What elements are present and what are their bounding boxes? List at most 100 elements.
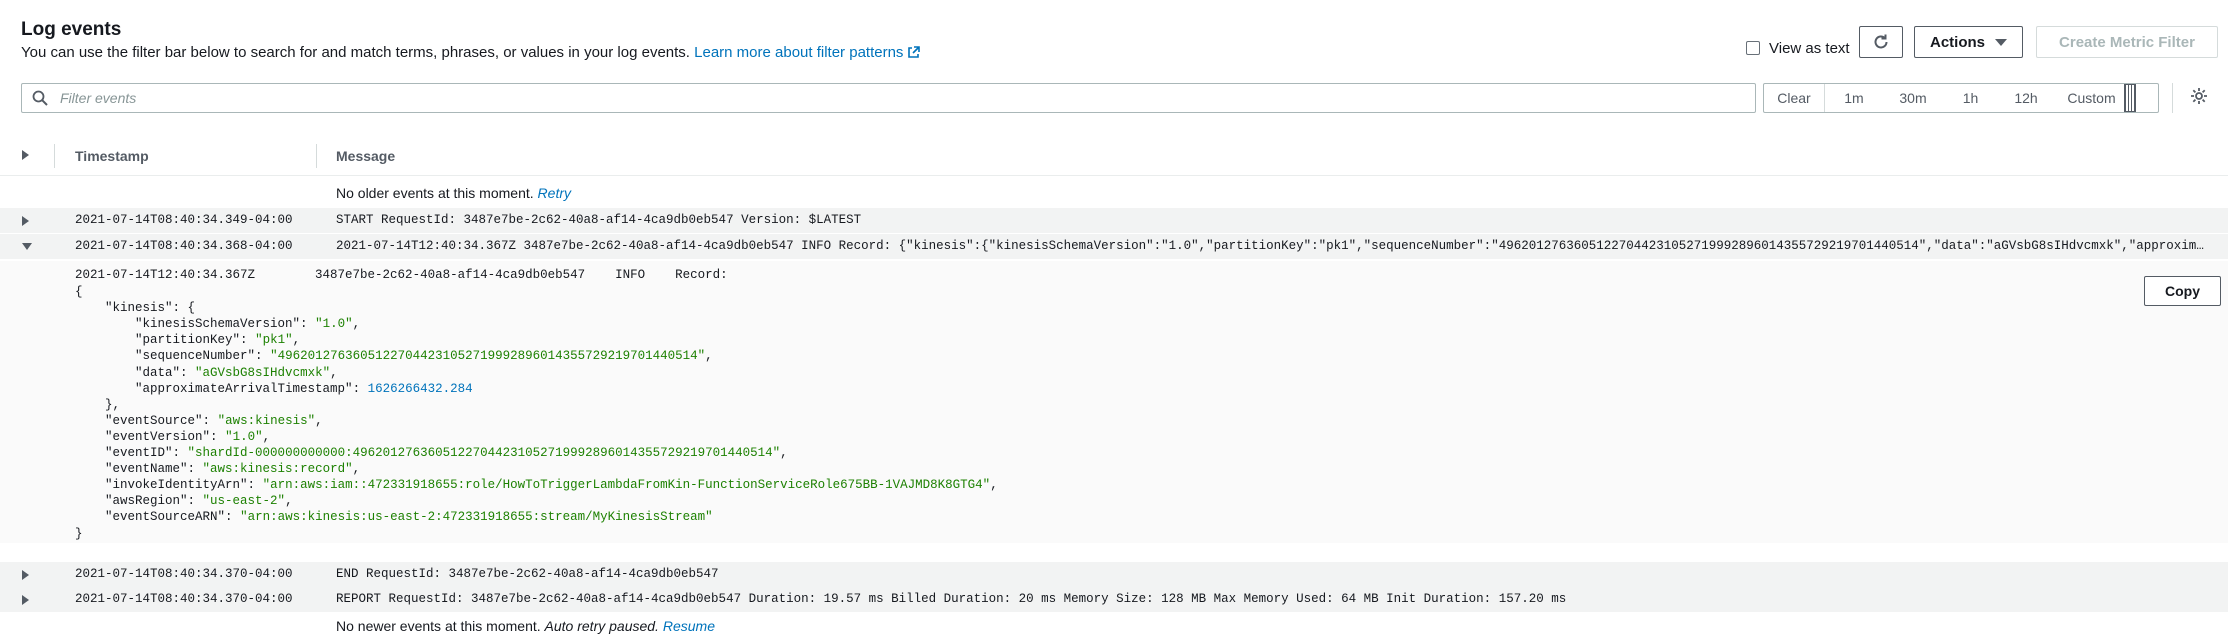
range-1m-button[interactable]: 1m <box>1825 84 1883 112</box>
json-value: "pk1" <box>255 333 293 348</box>
json-punctuation: , <box>705 349 713 364</box>
toolbar-divider <box>2172 83 2173 113</box>
json-punctuation <box>75 382 135 396</box>
view-as-text-checkbox[interactable] <box>1746 41 1760 55</box>
log-event-row[interactable]: 2021-07-14T08:40:34.370-04:00 END Reques… <box>0 562 2228 587</box>
expand-row-icon[interactable] <box>22 216 29 226</box>
event-message: REPORT RequestId: 3487e7be-2c62-40a8-af1… <box>336 592 1567 606</box>
copy-button[interactable]: Copy <box>2144 276 2221 306</box>
detail-header-line: 2021-07-14T12:40:34.367Z 3487e7be-2c62-4… <box>75 267 998 283</box>
json-punctuation: : <box>300 317 316 332</box>
json-line: "sequenceNumber": "496201276360512270442… <box>75 348 998 364</box>
no-older-events-notice: No older events at this moment. Retry <box>336 185 571 201</box>
json-punctuation: : <box>247 478 263 493</box>
json-line: "data": "aGVsbG8sIHdvcmxk", <box>75 365 998 381</box>
json-key: "kinesisSchemaVersion" <box>135 317 301 332</box>
no-newer-events-text: No newer events at this moment. <box>336 618 541 634</box>
search-icon <box>32 90 48 106</box>
no-older-events-text: No older events at this moment. <box>336 185 534 201</box>
view-as-text-toggle[interactable]: View as text <box>1746 32 1850 64</box>
expand-all-icon[interactable] <box>22 150 29 160</box>
json-punctuation: : <box>172 446 188 461</box>
json-line: "invokeIdentityArn": "arn:aws:iam::47233… <box>75 477 998 493</box>
json-punctuation <box>75 333 135 347</box>
json-punctuation <box>75 510 105 524</box>
filter-events-input[interactable]: Filter events <box>21 83 1756 113</box>
json-punctuation <box>75 414 105 428</box>
clear-button[interactable]: Clear <box>1764 84 1825 112</box>
log-event-row[interactable]: 2021-07-14T08:40:34.370-04:00 REPORT Req… <box>0 587 2228 612</box>
expand-row-icon[interactable] <box>22 595 29 605</box>
json-punctuation: : <box>225 510 241 525</box>
json-key: "eventName" <box>105 462 188 477</box>
event-timestamp: 2021-07-14T08:40:34.370-04:00 <box>75 592 293 606</box>
column-timestamp[interactable]: Timestamp <box>75 148 149 164</box>
expand-row-icon[interactable] <box>22 570 29 580</box>
json-punctuation <box>75 317 135 331</box>
event-json: 2021-07-14T12:40:34.367Z 3487e7be-2c62-4… <box>75 267 998 542</box>
json-punctuation: : <box>202 413 218 428</box>
json-punctuation <box>75 301 105 315</box>
json-punctuation: , <box>262 429 271 444</box>
json-value: "arn:aws:kinesis:us-east-2:472331918655:… <box>240 510 713 525</box>
view-as-text-label: View as text <box>1769 39 1850 57</box>
json-line: "eventID": "shardId-000000000000:4962012… <box>75 445 998 461</box>
learn-more-link[interactable]: Learn more about filter patterns <box>694 44 921 61</box>
json-value: "us-east-2" <box>202 494 286 509</box>
actions-label: Actions <box>1929 33 1985 51</box>
range-12h-button[interactable]: 12h <box>1998 84 2054 112</box>
range-30m-button[interactable]: 30m <box>1883 84 1943 112</box>
json-key: "approximateArrivalTimestamp" <box>135 381 353 396</box>
custom-range-button[interactable]: Custom <box>2054 84 2149 112</box>
json-value: "aws:kinesis:record" <box>202 462 353 477</box>
page-title: Log events <box>21 19 122 40</box>
table-header: Timestamp Message <box>0 137 2228 176</box>
json-key: "partitionKey" <box>135 333 241 348</box>
json-line: "eventSourceARN": "arn:aws:kinesis:us-ea… <box>75 509 998 525</box>
column-message[interactable]: Message <box>336 148 395 164</box>
json-value: "aws:kinesis" <box>217 413 316 428</box>
json-line: "eventVersion": "1.0", <box>75 429 998 445</box>
json-punctuation: { <box>75 285 83 300</box>
json-key: "eventID" <box>105 446 173 461</box>
range-1h-button[interactable]: 1h <box>1943 84 1998 112</box>
json-key: "eventVersion" <box>105 429 211 444</box>
resume-link[interactable]: Resume <box>663 618 715 634</box>
event-timestamp: 2021-07-14T08:40:34.349-04:00 <box>75 213 293 227</box>
json-punctuation: , <box>352 462 361 477</box>
settings-gear-icon[interactable] <box>2190 87 2208 105</box>
collapse-row-icon[interactable] <box>22 243 32 250</box>
json-punctuation <box>75 478 105 492</box>
json-line: "eventName": "aws:kinesis:record", <box>75 461 998 477</box>
json-punctuation: : <box>187 462 203 477</box>
json-punctuation: : <box>210 429 226 444</box>
retry-link[interactable]: Retry <box>538 185 571 201</box>
json-value: "shardId-000000000000:496201276360512270… <box>187 446 781 461</box>
json-value: "arn:aws:iam::472331918655:role/HowToTri… <box>262 478 991 493</box>
refresh-button[interactable] <box>1859 26 1903 58</box>
detail-label: Record: <box>675 268 728 282</box>
log-events-panel: Log events You can use the filter bar be… <box>0 0 2228 636</box>
json-punctuation <box>75 446 105 460</box>
external-link-icon <box>908 46 921 58</box>
json-punctuation: : <box>255 349 271 364</box>
actions-dropdown-button[interactable]: Actions <box>1914 26 2023 58</box>
json-punctuation <box>255 268 315 282</box>
event-message: START RequestId: 3487e7be-2c62-40a8-af14… <box>336 213 862 227</box>
json-value: "1.0" <box>225 429 263 444</box>
json-punctuation: , <box>315 413 323 428</box>
column-separator <box>54 144 55 168</box>
json-punctuation: , <box>292 333 301 348</box>
caret-down-icon <box>1995 38 2007 46</box>
json-key: "sequenceNumber" <box>135 349 256 364</box>
log-event-row[interactable]: 2021-07-14T08:40:34.349-04:00 START Requ… <box>0 208 2228 233</box>
create-metric-filter-button[interactable]: Create Metric Filter <box>2036 26 2218 58</box>
custom-range-label: Custom <box>2067 90 2116 106</box>
detail-level: INFO <box>615 268 646 282</box>
json-line: "kinesis": { <box>75 300 998 316</box>
json-value: "1.0" <box>315 317 353 332</box>
json-punctuation <box>75 494 105 508</box>
json-punctuation <box>75 462 105 476</box>
json-key: "data" <box>135 365 181 380</box>
log-event-row-expanded[interactable]: 2021-07-14T08:40:34.368-04:00 2021-07-14… <box>0 234 2228 259</box>
